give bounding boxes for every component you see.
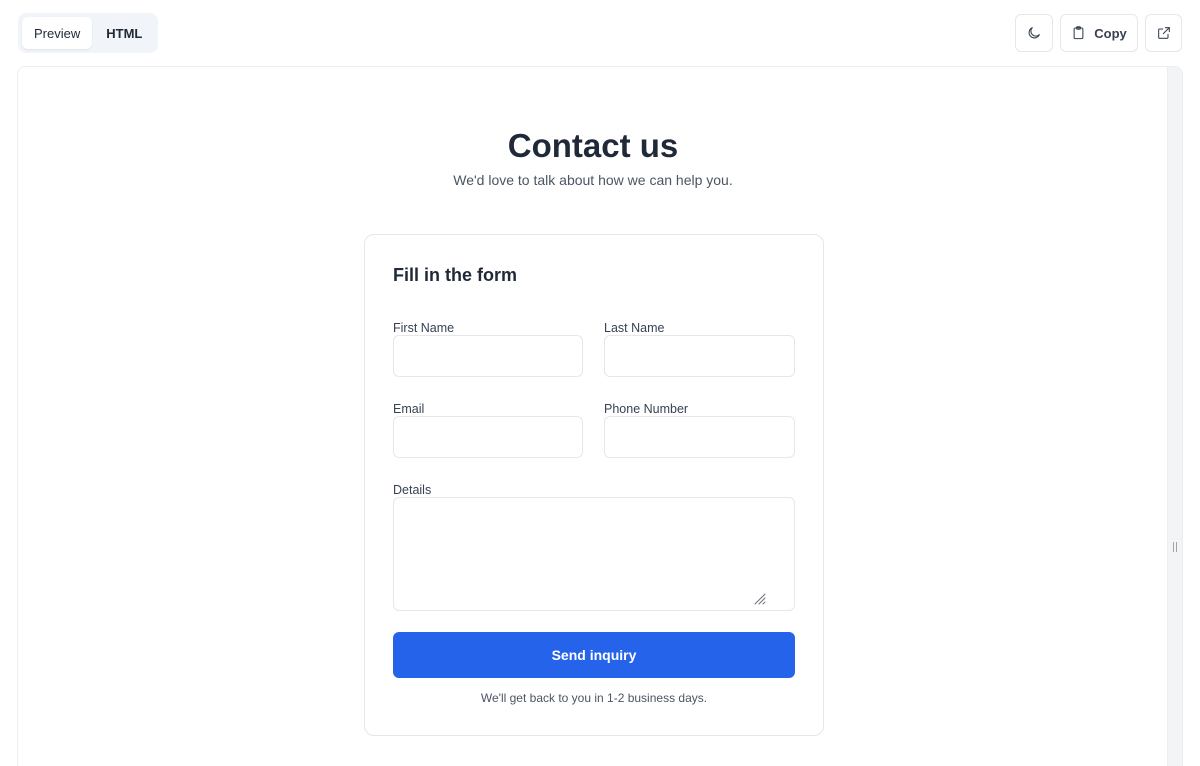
first-name-input[interactable] <box>393 335 583 377</box>
open-external-button[interactable] <box>1145 14 1182 52</box>
phone-input[interactable] <box>604 416 795 458</box>
tab-preview[interactable]: Preview <box>22 17 93 49</box>
phone-label: Phone Number <box>604 402 689 416</box>
preview-frame: Contact us We'd love to talk about how w… <box>17 66 1183 766</box>
clipboard-icon <box>1071 25 1086 41</box>
tab-html[interactable]: HTML <box>94 17 154 49</box>
page-title: Contact us <box>507 127 679 164</box>
first-name-label: First Name <box>393 321 455 335</box>
preview-resize-rail[interactable] <box>1167 67 1182 766</box>
email-input[interactable] <box>393 416 583 458</box>
toolbar: Preview HTML Copy <box>0 0 1200 66</box>
external-link-icon <box>1156 25 1172 41</box>
textarea-resize-handle[interactable] <box>752 591 766 605</box>
view-tabs: Preview HTML <box>18 13 159 53</box>
details-textarea[interactable] <box>393 497 795 611</box>
contact-form-card: Fill in the form First Name Last Name Em… <box>364 234 824 736</box>
last-name-input[interactable] <box>604 335 795 377</box>
email-label: Email <box>393 402 425 416</box>
resize-grip-icon <box>1173 542 1178 552</box>
page-subtitle: We'd love to talk about how we can help … <box>453 172 733 188</box>
response-time-note: We'll get back to you in 1-2 business da… <box>480 691 708 705</box>
form-title: Fill in the form <box>393 265 517 285</box>
copy-button[interactable]: Copy <box>1060 14 1138 52</box>
last-name-label: Last Name <box>604 321 665 335</box>
moon-icon <box>1026 25 1042 41</box>
copy-label: Copy <box>1094 25 1127 41</box>
send-inquiry-button[interactable]: Send inquiry <box>393 632 795 678</box>
details-label: Details <box>393 483 432 497</box>
theme-toggle-button[interactable] <box>1015 14 1053 52</box>
